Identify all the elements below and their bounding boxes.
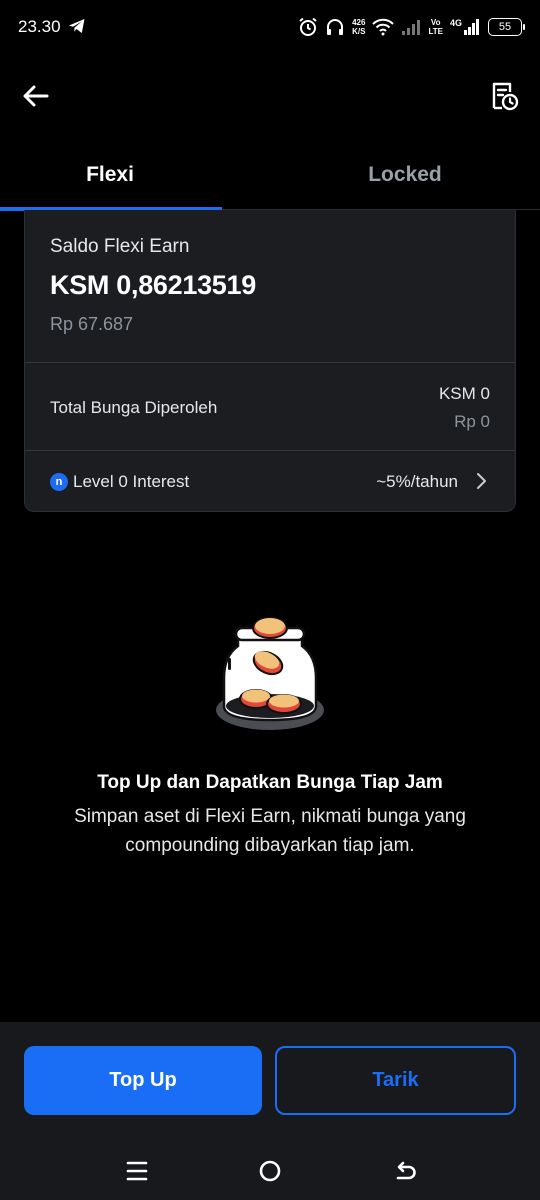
interest-ksm: KSM 0: [438, 384, 490, 403]
empty-state-title: Top Up dan Dapatkan Bunga Tiap Jam: [97, 772, 443, 793]
signal-strength-icon: [464, 19, 479, 35]
coin-jar-illustration: [216, 617, 324, 730]
back-nav-icon[interactable]: [392, 1159, 418, 1183]
level-interest-row[interactable]: n Level 0 Interest ~5%/tahun: [25, 451, 515, 511]
chevron-right-icon: [477, 473, 486, 489]
tab-flexi-label: Flexi: [86, 163, 134, 186]
tab-locked[interactable]: Locked: [295, 140, 515, 210]
top-up-button[interactable]: Top Up: [24, 1046, 262, 1115]
volte-line1: Vo: [430, 18, 441, 27]
balance-fiat: Rp 67.687: [50, 314, 134, 334]
history-icon[interactable]: [488, 80, 520, 112]
headphones-icon: [327, 19, 344, 35]
system-navigation-bar: [0, 1142, 540, 1200]
network-speed: 426 K/S: [352, 18, 365, 36]
balance-amount: KSM 0,86213519: [50, 270, 256, 300]
status-time: 23.30: [18, 17, 61, 36]
balance-label: Saldo Flexi Earn: [50, 236, 190, 257]
interest-rp: Rp 0: [454, 412, 490, 431]
interest-label: Total Bunga Diperoleh: [50, 398, 218, 417]
status-bar: 23.30 426 K/S Vo LTE 4G 55: [0, 0, 540, 56]
signal-icon: [402, 20, 421, 35]
volte-indicator: Vo LTE: [428, 18, 443, 36]
speed-value: 426: [352, 18, 366, 27]
tab-flexi[interactable]: Flexi: [0, 140, 220, 210]
network-type-label: 4G: [449, 18, 462, 28]
tab-locked-label: Locked: [368, 163, 442, 186]
earn-tabs: Flexi Locked: [0, 140, 540, 211]
empty-state-description: Simpan aset di Flexi Earn, nikmati bunga…: [74, 806, 466, 856]
telegram-icon: [69, 19, 85, 33]
level-label: Level 0 Interest: [73, 472, 190, 491]
back-arrow-icon[interactable]: [20, 80, 52, 112]
bottom-action-bar: Top Up Tarik: [0, 1022, 540, 1142]
balance-card: Saldo Flexi Earn KSM 0,86213519 Rp 67.68…: [24, 210, 516, 512]
level-badge-icon: n: [50, 473, 68, 491]
divider: [25, 362, 515, 363]
wifi-icon: [372, 18, 395, 36]
interest-rate: ~5%/tahun: [376, 472, 458, 491]
volte-line2: LTE: [428, 27, 443, 36]
recent-apps-icon[interactable]: [124, 1159, 150, 1183]
alarm-icon: [299, 17, 317, 36]
home-icon[interactable]: [257, 1159, 283, 1183]
network-type: 4G: [450, 19, 481, 35]
withdraw-button[interactable]: Tarik: [275, 1046, 516, 1115]
battery-indicator: 55: [488, 18, 525, 36]
speed-unit: K/S: [352, 27, 366, 36]
status-icons: 426 K/S Vo LTE 4G 55: [298, 14, 525, 40]
